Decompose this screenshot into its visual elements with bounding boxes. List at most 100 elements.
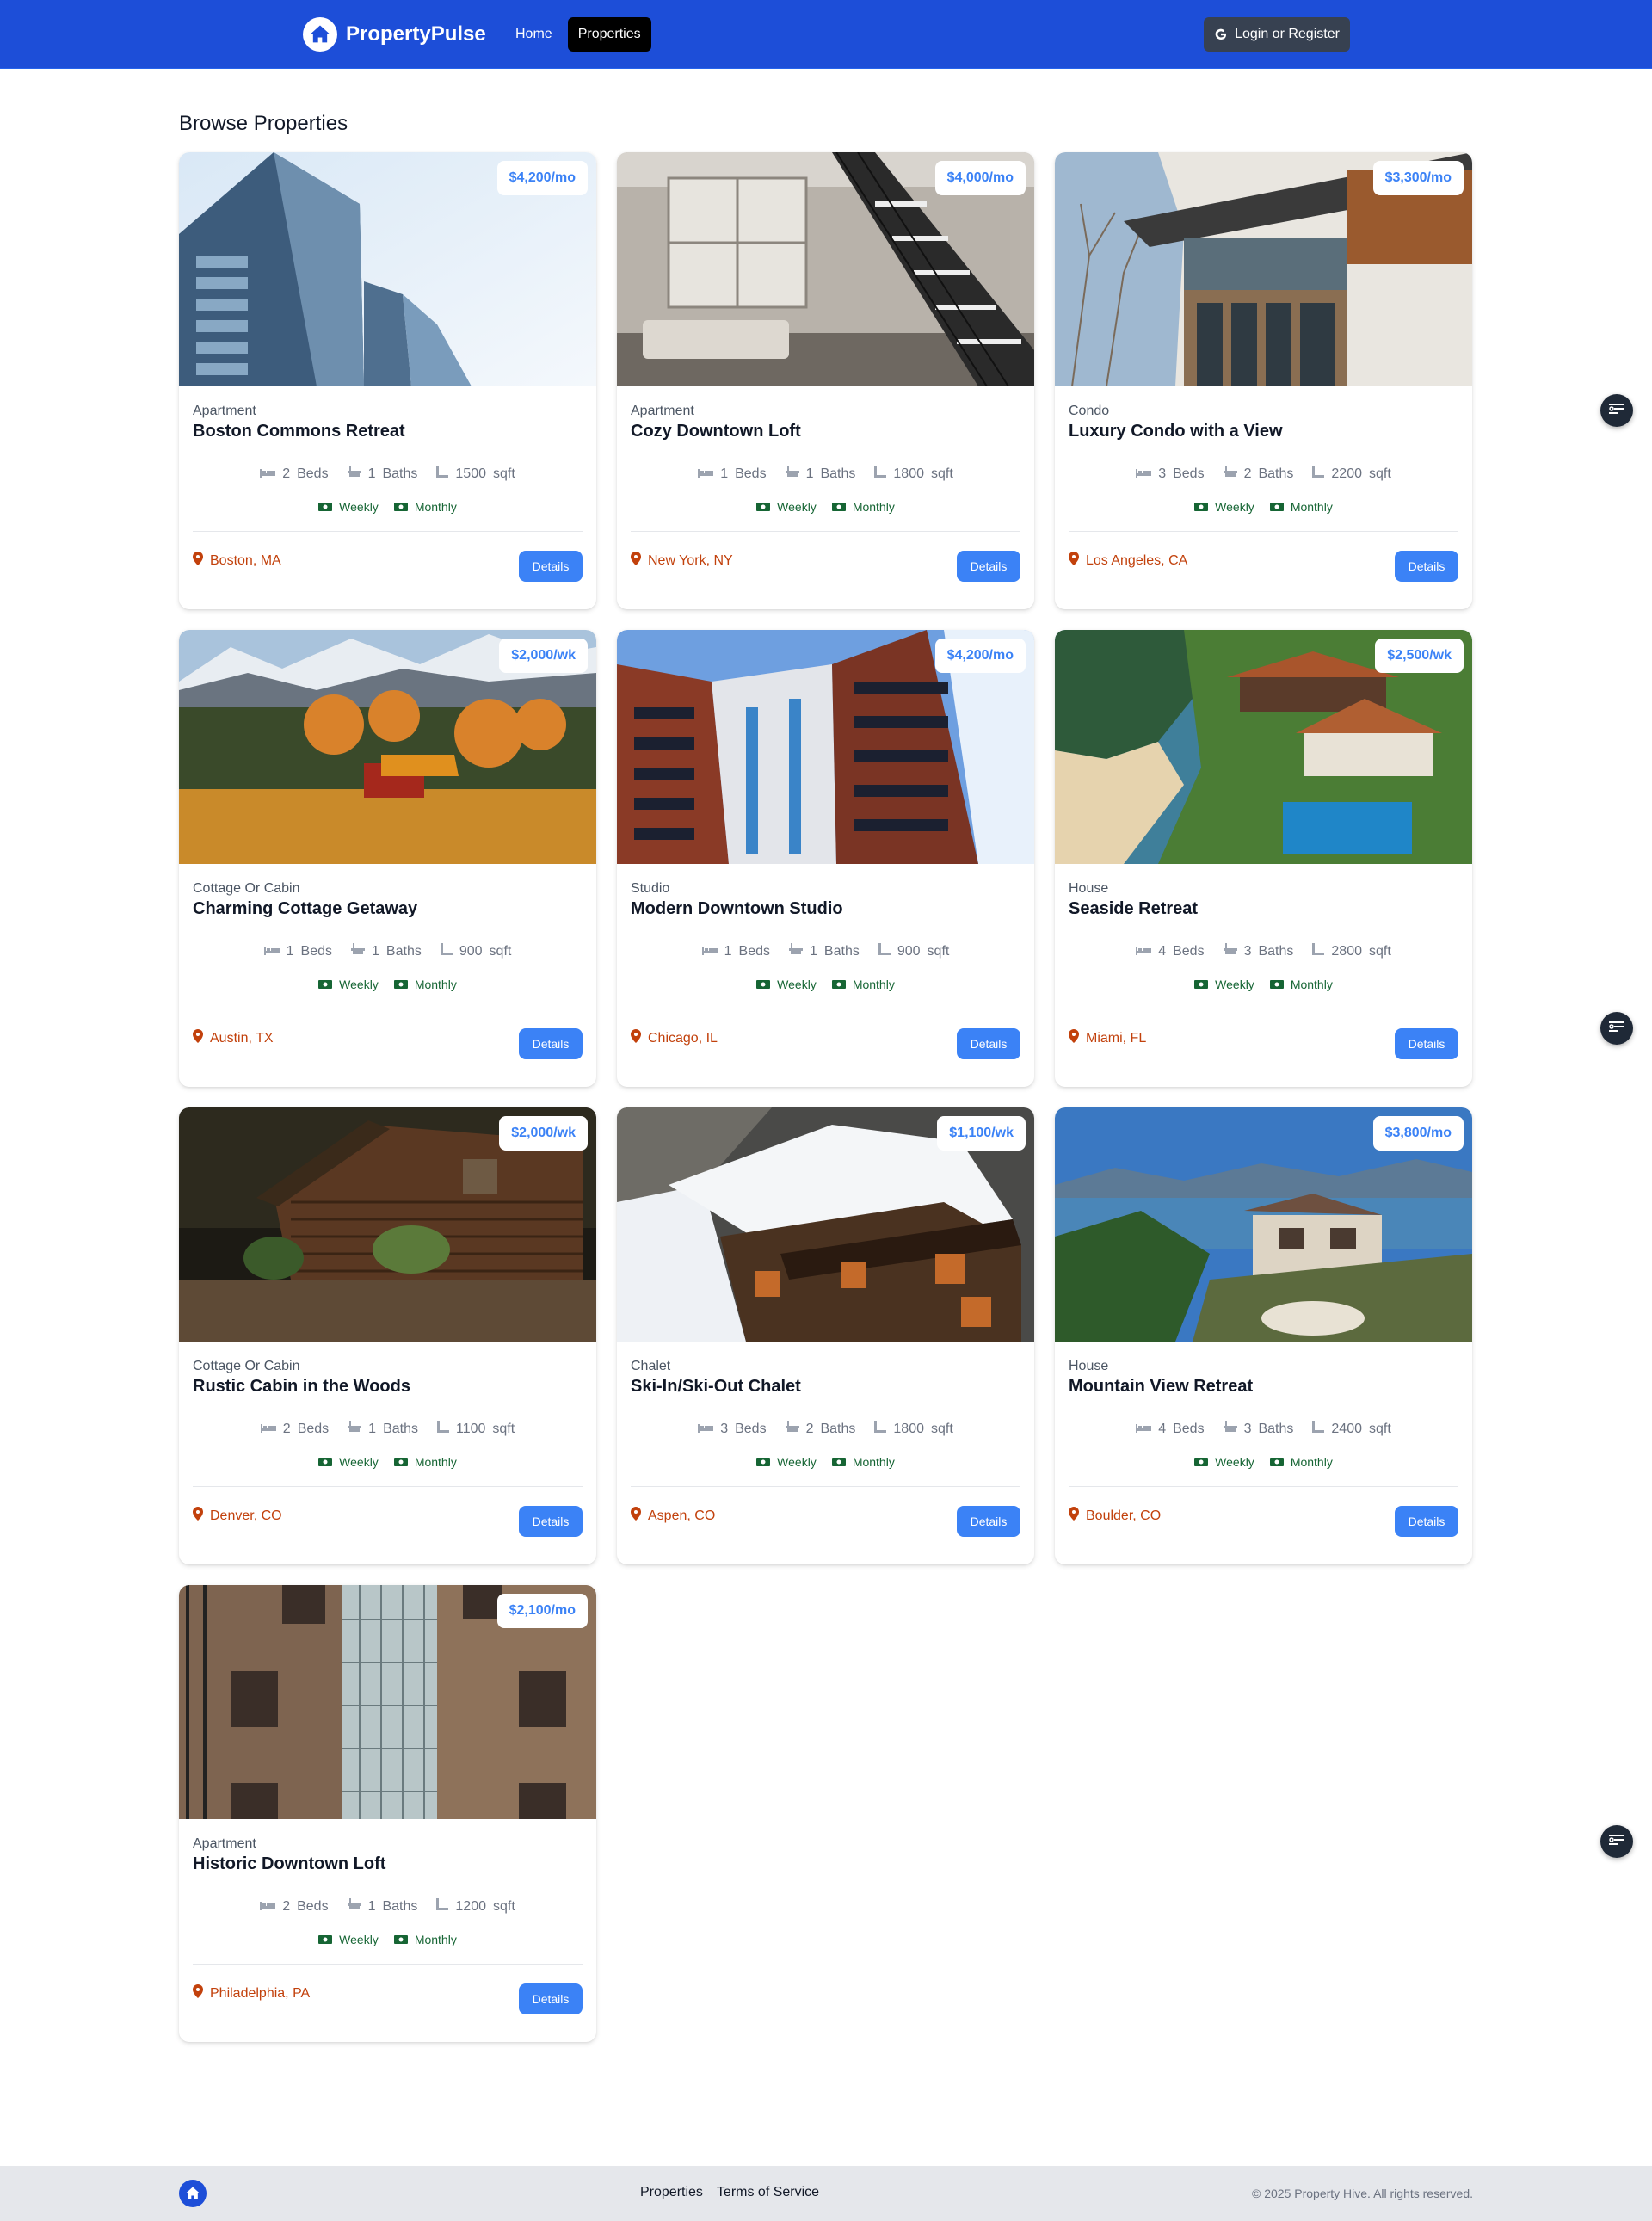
property-card: $1,100/wk Chalet Ski-In/Ski-Out Chalet 3… [617,1107,1034,1564]
baths-count: 1 [367,466,376,481]
rate-options: Weekly Monthly [1055,1455,1472,1469]
login-button[interactable]: Login or Register [1204,17,1350,52]
weekly-label: Weekly [777,500,817,514]
property-image[interactable]: $2,100/mo [179,1585,596,1819]
property-name[interactable]: Mountain View Retreat [1069,1377,1253,1397]
card-body: Condo Luxury Condo with a View 3 Beds 2 Ba… [1055,386,1472,609]
property-name[interactable]: Boston Commons Retreat [193,422,405,441]
property-name[interactable]: Charming Cottage Getaway [193,899,417,919]
location-text: Denver, CO [210,1508,282,1523]
nav-link-home[interactable]: Home [505,17,563,52]
footer-links: Properties Terms of Service [640,2185,819,2200]
beds-spec: 2 Beds [260,1898,329,1915]
map-pin-icon [631,1507,641,1525]
baths-label: Baths [823,943,860,959]
monthly-option: Monthly [831,1455,895,1469]
money-icon [318,500,333,514]
monthly-label: Monthly [414,500,457,514]
property-image[interactable]: $2,500/wk [1055,630,1472,864]
map-pin-icon [631,552,641,570]
property-image[interactable]: $4,200/mo [179,152,596,386]
property-image[interactable]: $4,000/mo [617,152,1034,386]
bath-icon [347,1898,361,1915]
sqft-count: 1500 [455,466,486,481]
sqft-count: 2400 [1331,1421,1362,1436]
weekly-option: Weekly [318,500,379,514]
money-icon [831,500,846,514]
weekly-option: Weekly [318,1933,379,1946]
property-card: $4,200/mo Apartment Boston Commons Retre… [179,152,596,609]
baths-label: Baths [1258,1421,1294,1436]
money-icon [831,1455,846,1469]
property-location: Philadelphia, PA [193,1984,310,2002]
details-button[interactable]: Details [519,551,583,582]
property-name[interactable]: Modern Downtown Studio [631,899,843,919]
property-specs: 2 Beds 1 Baths 1500 sqft [179,466,596,482]
property-card: $2,500/wk House Seaside Retreat 4 Beds 3B… [1055,630,1472,1087]
property-name[interactable]: Historic Downtown Loft [193,1854,385,1874]
ruler-icon [878,943,891,959]
property-name[interactable]: Luxury Condo with a View [1069,422,1283,441]
brand-link[interactable]: PropertyPulse [303,17,486,52]
location-text: Philadelphia, PA [210,1985,311,2001]
floating-filter-button[interactable] [1600,394,1633,427]
property-card: $2,000/wk Cottage Or Cabin Charming Cott… [179,630,596,1087]
floating-filter-button[interactable] [1600,1825,1633,1858]
floating-filter-button[interactable] [1600,1012,1633,1045]
property-image[interactable]: $2,000/wk [179,630,596,864]
details-button[interactable]: Details [1395,551,1458,582]
sqft-spec: 2400 sqft [1312,1421,1391,1437]
bed-icon [1136,466,1152,482]
property-name[interactable]: Seaside Retreat [1069,899,1198,919]
bed-icon [1136,944,1152,959]
card-body: Apartment Boston Commons Retreat 2 Beds 1… [179,386,596,609]
footer-link-terms[interactable]: Terms of Service [717,2185,819,2200]
property-card: $2,000/wk Cottage Or Cabin Rustic Cabin … [179,1107,596,1564]
property-image[interactable]: $3,300/mo [1055,152,1472,386]
details-button[interactable]: Details [1395,1028,1458,1059]
card-body: Cottage Or Cabin Charming Cottage Getawa… [179,864,596,1087]
property-name[interactable]: Cozy Downtown Loft [631,422,801,441]
baths-label: Baths [820,466,856,481]
divider [1069,1486,1458,1487]
card-body: Cottage Or Cabin Rustic Cabin in the Woo… [179,1342,596,1564]
property-type: Apartment [193,404,256,418]
sqft-label: sqft [927,943,950,959]
property-location: Aspen, CO [631,1507,715,1525]
property-type: House [1069,1359,1109,1373]
money-icon [1269,500,1284,514]
weekly-label: Weekly [339,500,379,514]
rate-badge: $2,000/wk [499,639,588,673]
property-specs: 3 Beds 2 Baths 1800 sqft [617,1421,1034,1437]
footer-link-properties[interactable]: Properties [640,2185,703,2200]
baths-count: 2 [1243,466,1252,481]
property-location: Boston, MA [193,552,281,570]
home-icon [179,2180,206,2207]
property-image[interactable]: $3,800/mo [1055,1107,1472,1342]
sqft-spec: 900 sqft [878,943,950,959]
property-image[interactable]: $1,100/wk [617,1107,1034,1342]
details-button[interactable]: Details [957,1506,1020,1537]
nav-link-properties[interactable]: Properties [567,17,651,52]
beds-label: Beds [297,1898,329,1914]
details-button[interactable]: Details [957,1028,1020,1059]
property-image[interactable]: $4,200/mo [617,630,1034,864]
baths-spec: 3 Baths [1223,943,1293,959]
details-button[interactable]: Details [957,551,1020,582]
beds-label: Beds [1173,943,1205,959]
property-image[interactable]: $2,000/wk [179,1107,596,1342]
baths-label: Baths [383,1421,418,1436]
sqft-label: sqft [931,1421,953,1436]
details-button[interactable]: Details [519,1028,583,1059]
map-pin-icon [1069,1507,1079,1525]
property-name[interactable]: Rustic Cabin in the Woods [193,1377,410,1397]
property-name[interactable]: Ski-In/Ski-Out Chalet [631,1377,801,1397]
details-button[interactable]: Details [519,1506,583,1537]
money-icon [756,1455,771,1469]
rate-badge: $4,200/mo [934,639,1026,673]
property-specs: 2 Beds 1 Baths 1200 sqft [179,1898,596,1915]
details-button[interactable]: Details [1395,1506,1458,1537]
details-button[interactable]: Details [519,1983,583,2014]
weekly-option: Weekly [318,978,379,991]
property-specs: 1 Beds 1 Baths 900 sqft [617,943,1034,959]
